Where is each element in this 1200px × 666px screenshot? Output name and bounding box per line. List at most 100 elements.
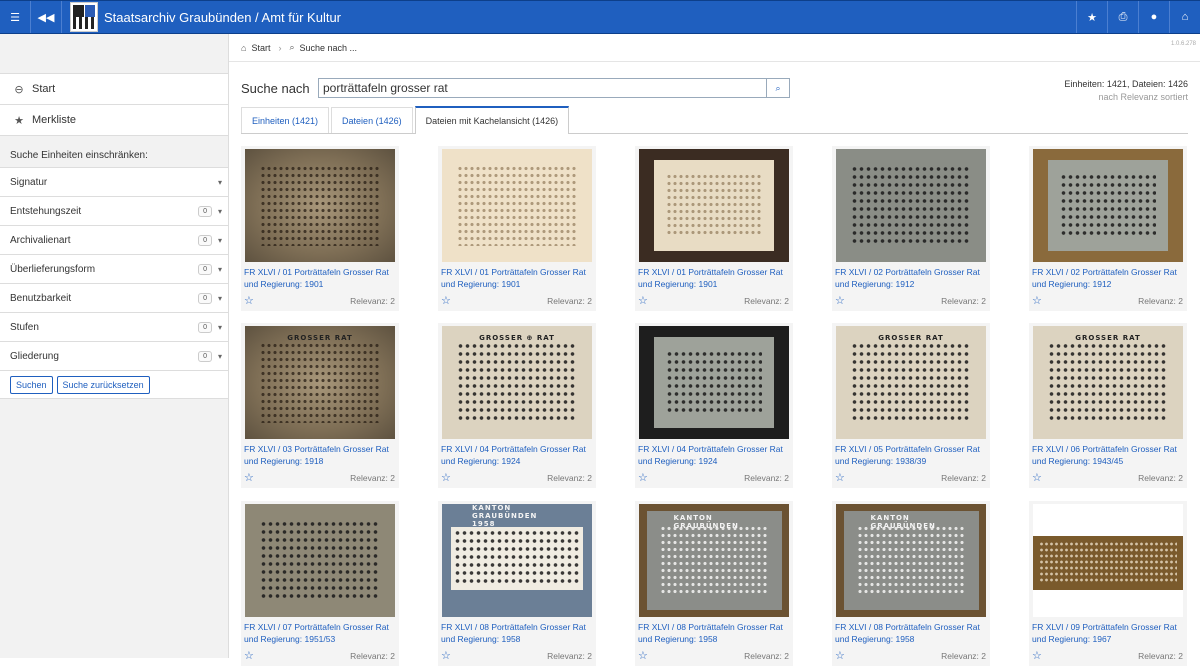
result-card[interactable]: GROSSER ⊕ RAT FR XLVI / 04 Porträttafeln… (438, 323, 596, 488)
result-title[interactable]: FR XLVI / 04 Porträttafeln Grosser Rat un… (638, 443, 792, 467)
print-button[interactable]: ⎙ (1107, 1, 1138, 33)
result-card[interactable]: FR XLVI / 01 Porträttafeln Grosser Rat un… (241, 146, 399, 311)
filter-gliederung[interactable]: Gliederung 0 ▾ (0, 341, 228, 370)
breadcrumb: ⌂ Start › ⌕ Suche nach ... (229, 34, 1200, 62)
star-outline-icon[interactable]: ☆ (835, 649, 845, 662)
result-title[interactable]: FR XLVI / 08 Porträttafeln Grosser Rat un… (441, 621, 595, 645)
result-thumbnail[interactable]: KANTON GRAUBÜNDEN 1958 (442, 504, 592, 617)
result-card[interactable]: KANTON GRAUBÜNDEN FR XLVI / 08 Porträtta… (635, 501, 793, 666)
result-thumbnail[interactable] (442, 149, 592, 262)
chevron-down-icon: ▾ (217, 177, 222, 187)
search-button[interactable]: ⌕ (767, 78, 790, 98)
relevance-label: Relevanz: 2 (547, 295, 592, 306)
star-outline-icon[interactable]: ☆ (244, 649, 254, 662)
result-thumbnail[interactable]: KANTON GRAUBÜNDEN (836, 504, 986, 617)
result-title[interactable]: FR XLVI / 02 Porträttafeln Grosser Rat un… (1032, 266, 1186, 290)
result-card[interactable]: KANTON GRAUBÜNDEN FR XLVI / 08 Porträtta… (832, 501, 990, 666)
tab-dateien[interactable]: Dateien (1426) (331, 107, 413, 133)
filter-ueberlieferungsform[interactable]: Überlieferungsform 0 ▾ (0, 254, 228, 283)
search-input[interactable] (318, 78, 767, 98)
result-title[interactable]: FR XLVI / 08 Porträttafeln Grosser Rat un… (638, 621, 792, 645)
result-tabs: Einheiten (1421) Dateien (1426) Dateien … (241, 106, 1188, 134)
filter-entstehungszeit[interactable]: Entstehungszeit 0 ▾ (0, 196, 228, 225)
sidebar-item-start[interactable]: ⊖ Start (0, 74, 228, 105)
result-thumbnail[interactable]: GROSSER RAT (1033, 326, 1183, 439)
star-outline-icon[interactable]: ☆ (638, 649, 648, 662)
result-title[interactable]: FR XLVI / 08 Porträttafeln Grosser Rat un… (835, 621, 989, 645)
filter-archivalienart[interactable]: Archivalienart 0 ▾ (0, 225, 228, 254)
filter-benutzbarkeit[interactable]: Benutzbarkeit 0 ▾ (0, 283, 228, 312)
star-outline-icon[interactable]: ☆ (1032, 294, 1042, 307)
result-thumbnail[interactable]: GROSSER ⊕ RAT (442, 326, 592, 439)
result-thumbnail[interactable] (245, 149, 395, 262)
home-button[interactable]: ⌂ (1169, 1, 1200, 33)
star-outline-icon[interactable]: ☆ (638, 471, 648, 484)
star-outline-icon[interactable]: ☆ (441, 471, 451, 484)
result-title[interactable]: FR XLVI / 02 Porträttafeln Grosser Rat un… (835, 266, 989, 290)
filter-signatur[interactable]: Signatur ▾ (0, 167, 228, 196)
result-title[interactable]: FR XLVI / 03 Porträttafeln Grosser Rat un… (244, 443, 398, 467)
breadcrumb-start[interactable]: Start (251, 43, 270, 53)
star-outline-icon[interactable]: ☆ (1032, 649, 1042, 662)
result-title[interactable]: FR XLVI / 01 Porträttafeln Grosser Rat un… (638, 266, 792, 290)
result-card[interactable]: KANTON GRAUBÜNDEN 1958 FR XLVI / 08 Port… (438, 501, 596, 666)
tab-dateien-kachelansicht[interactable]: Dateien mit Kachelansicht (1426) (414, 106, 570, 134)
sidebar-item-merkliste[interactable]: ★ Merkliste (0, 105, 228, 136)
filter-label: Signatur (10, 176, 48, 188)
result-card[interactable]: GROSSER RAT FR XLVI / 03 Porträttafeln G… (241, 323, 399, 488)
star-outline-icon[interactable]: ☆ (441, 649, 451, 662)
result-card[interactable]: GROSSER RAT FR XLVI / 05 Porträttafeln G… (832, 323, 990, 488)
result-title[interactable]: FR XLVI / 05 Porträttafeln Grosser Rat un… (835, 443, 989, 467)
result-thumbnail[interactable] (836, 149, 986, 262)
star-outline-icon[interactable]: ☆ (638, 294, 648, 307)
relevance-label: Relevanz: 2 (941, 650, 986, 661)
result-thumbnail[interactable] (1033, 149, 1183, 262)
result-thumbnail[interactable] (639, 149, 789, 262)
result-title[interactable]: FR XLVI / 01 Porträttafeln Grosser Rat un… (441, 266, 595, 290)
result-card[interactable]: FR XLVI / 07 Porträttafeln Grosser Rat un… (241, 501, 399, 666)
star-outline-icon[interactable]: ☆ (244, 294, 254, 307)
result-title[interactable]: FR XLVI / 04 Porträttafeln Grosser Rat un… (441, 443, 595, 467)
filter-count-badge: 0 (198, 234, 212, 246)
result-card[interactable]: FR XLVI / 04 Porträttafeln Grosser Rat un… (635, 323, 793, 488)
result-card[interactable]: FR XLVI / 09 Porträttafeln Grosser Rat un… (1029, 501, 1187, 666)
result-thumbnail[interactable] (245, 504, 395, 617)
hamburger-icon: ☰ (10, 11, 20, 24)
result-card[interactable]: FR XLVI / 02 Porträttafeln Grosser Rat un… (832, 146, 990, 311)
result-title[interactable]: FR XLVI / 06 Porträttafeln Grosser Rat un… (1032, 443, 1186, 467)
reset-search-button[interactable]: Suche zurücksetzen (56, 375, 150, 394)
back-button[interactable]: ◀◀ (31, 1, 62, 33)
sidebar: ⊖ Start ★ Merkliste Suche Einheiten eins… (0, 34, 229, 658)
result-thumbnail[interactable]: GROSSER RAT (245, 326, 395, 439)
user-icon: ● (1150, 11, 1158, 23)
breadcrumb-separator: › (278, 42, 282, 53)
result-thumbnail[interactable] (1033, 504, 1183, 617)
sidebar-item-label: Start (32, 83, 56, 95)
filter-count-badge: 0 (198, 350, 212, 362)
user-button[interactable]: ● (1138, 1, 1169, 33)
star-outline-icon[interactable]: ☆ (1032, 471, 1042, 484)
result-card[interactable]: FR XLVI / 01 Porträttafeln Grosser Rat un… (635, 146, 793, 311)
result-thumbnail[interactable] (639, 326, 789, 439)
chevron-down-icon: ▾ (217, 206, 222, 216)
star-outline-icon[interactable]: ☆ (441, 294, 451, 307)
result-card[interactable]: GROSSER RAT FR XLVI / 06 Porträttafeln G… (1029, 323, 1187, 488)
favorites-button[interactable]: ★ (1076, 1, 1107, 33)
chevron-down-icon: ▾ (217, 322, 222, 332)
result-thumbnail[interactable]: KANTON GRAUBÜNDEN (639, 504, 789, 617)
result-thumbnail[interactable]: GROSSER RAT (836, 326, 986, 439)
star-outline-icon[interactable]: ☆ (244, 471, 254, 484)
star-outline-icon[interactable]: ☆ (835, 471, 845, 484)
filter-stufen[interactable]: Stufen 0 ▾ (0, 312, 228, 341)
result-card[interactable]: FR XLVI / 01 Porträttafeln Grosser Rat un… (438, 146, 596, 311)
star-outline-icon[interactable]: ☆ (835, 294, 845, 307)
search-submit-button[interactable]: Suchen (10, 375, 53, 394)
result-title[interactable]: FR XLVI / 01 Porträttafeln Grosser Rat un… (244, 266, 398, 290)
result-title[interactable]: FR XLVI / 07 Porträttafeln Grosser Rat un… (244, 621, 398, 645)
tab-einheiten[interactable]: Einheiten (1421) (241, 107, 330, 133)
result-title[interactable]: FR XLVI / 09 Porträttafeln Grosser Rat un… (1032, 621, 1186, 645)
relevance-label: Relevanz: 2 (941, 295, 986, 306)
result-card[interactable]: FR XLVI / 02 Porträttafeln Grosser Rat un… (1029, 146, 1187, 311)
menu-button[interactable]: ☰ (0, 1, 31, 33)
star-icon: ★ (14, 114, 24, 127)
